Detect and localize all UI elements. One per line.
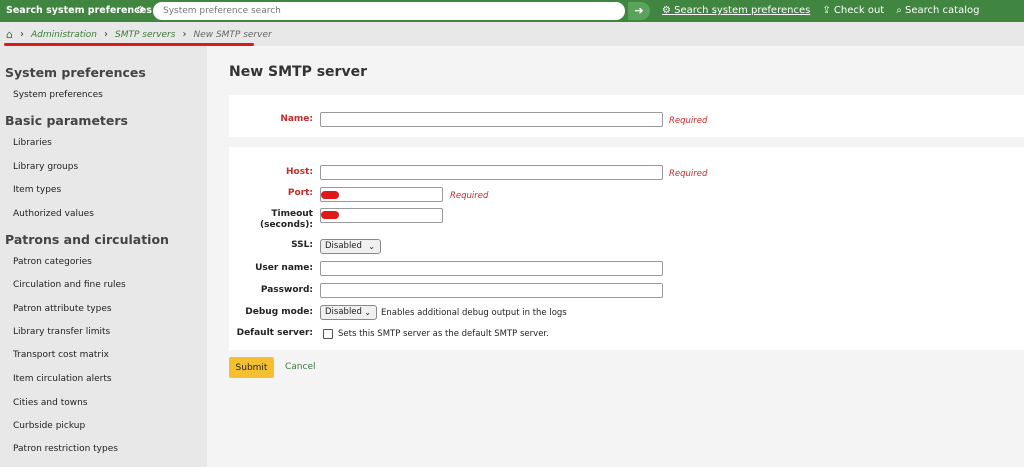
- sidebar-item-authorized-values[interactable]: Authorized values: [13, 209, 94, 219]
- breadcrumb: ⌂ › Administration › SMTP servers › New …: [6, 28, 272, 41]
- sidebar-item-transport-cost-matrix[interactable]: Transport cost matrix: [13, 350, 109, 360]
- chevron-right-icon: ›: [182, 29, 187, 40]
- search-catalog-link[interactable]: ⌕ Search catalog: [896, 0, 979, 22]
- sidebar-heading-patrons-and-circulation: Patrons and circulation: [5, 232, 169, 247]
- gears-icon: ⚙: [662, 5, 675, 16]
- host-label: Host:: [286, 167, 313, 177]
- sidebar-item-patron-attribute-types[interactable]: Patron attribute types: [13, 304, 112, 314]
- port-label: Port:: [287, 188, 313, 198]
- redaction-mark: [321, 191, 339, 199]
- redaction-mark: [321, 211, 339, 219]
- sidebar-item-system-preferences[interactable]: System preferences: [13, 90, 103, 100]
- username-label: User name:: [255, 263, 313, 273]
- upload-icon: ⇪: [822, 5, 834, 16]
- chevron-down-icon: ⌄: [364, 308, 371, 317]
- timeout-label: Timeout (seconds):: [259, 209, 313, 230]
- breadcrumb-administration[interactable]: Administration: [31, 30, 97, 40]
- page-title: New SMTP server: [229, 64, 367, 80]
- sidebar-item-curbside-pickup[interactable]: Curbside pickup: [13, 421, 85, 431]
- sidebar-item-patron-restriction-types[interactable]: Patron restriction types: [13, 444, 118, 454]
- debug-mode-help: Enables additional debug output in the l…: [381, 308, 567, 318]
- default-server-checkbox[interactable]: [323, 329, 333, 339]
- sidebar-item-item-types[interactable]: Item types: [13, 185, 61, 195]
- ssl-select[interactable]: Disabled ⌄: [320, 239, 381, 254]
- sidebar: System preferences System preferences Ba…: [0, 58, 207, 467]
- ssl-label: SSL:: [291, 240, 313, 250]
- chevron-down-icon: ⌄: [368, 242, 375, 251]
- gears-icon: ⚙: [136, 5, 145, 16]
- chevron-right-icon: ›: [104, 29, 108, 40]
- host-required-note: Required: [669, 169, 708, 179]
- port-required-note: Required: [450, 191, 489, 201]
- submit-button[interactable]: Submit: [229, 357, 274, 378]
- cancel-link[interactable]: Cancel: [285, 362, 316, 372]
- host-input[interactable]: [320, 165, 663, 180]
- debug-mode-label: Debug mode:: [245, 307, 313, 317]
- search-input[interactable]: [153, 2, 625, 20]
- search-scope-text: Search system preferences: [6, 5, 152, 16]
- top-navbar: Search system preferences ⚙ ➔ ⚙ Search s…: [0, 0, 1024, 22]
- name-required-note: Required: [669, 116, 708, 126]
- search-scope-label[interactable]: Search system preferences ⚙: [0, 0, 155, 22]
- username-input[interactable]: [320, 261, 663, 276]
- chevron-right-icon: ›: [19, 29, 24, 40]
- sidebar-item-library-transfer-limits[interactable]: Library transfer limits: [13, 327, 110, 337]
- sidebar-heading-basic-parameters: Basic parameters: [5, 113, 128, 128]
- arrow-right-icon: ➔: [634, 4, 644, 17]
- home-icon[interactable]: ⌂: [6, 28, 13, 41]
- breadcrumb-current: New SMTP server: [193, 29, 272, 40]
- default-server-help: Sets this SMTP server as the default SMT…: [338, 329, 549, 339]
- debug-mode-select[interactable]: Disabled ⌄: [320, 305, 377, 320]
- sidebar-item-circulation-and-fine-rules[interactable]: Circulation and fine rules: [13, 280, 126, 290]
- sidebar-heading-system-preferences: System preferences: [5, 65, 146, 80]
- search-submit-button[interactable]: ➔: [628, 2, 650, 20]
- sidebar-item-libraries[interactable]: Libraries: [13, 138, 52, 148]
- name-label: Name:: [280, 114, 313, 124]
- search-icon: ⌕: [896, 5, 905, 16]
- password-label: Password:: [260, 285, 313, 295]
- sidebar-item-item-circulation-alerts[interactable]: Item circulation alerts: [13, 374, 112, 384]
- breadcrumb-smtp-servers[interactable]: SMTP servers: [115, 30, 175, 40]
- sidebar-item-patron-categories[interactable]: Patron categories: [13, 257, 92, 267]
- name-input[interactable]: [320, 112, 663, 127]
- default-server-label: Default server:: [236, 328, 313, 338]
- search-system-preferences-link[interactable]: ⚙ Search system preferences: [662, 0, 810, 22]
- sidebar-item-cities-and-towns[interactable]: Cities and towns: [13, 398, 87, 408]
- top-links: ⚙ Search system preferences ⇪ Check out …: [662, 0, 979, 22]
- password-input[interactable]: [320, 283, 663, 298]
- check-out-link[interactable]: ⇪ Check out: [822, 0, 884, 22]
- sidebar-item-library-groups[interactable]: Library groups: [13, 162, 78, 172]
